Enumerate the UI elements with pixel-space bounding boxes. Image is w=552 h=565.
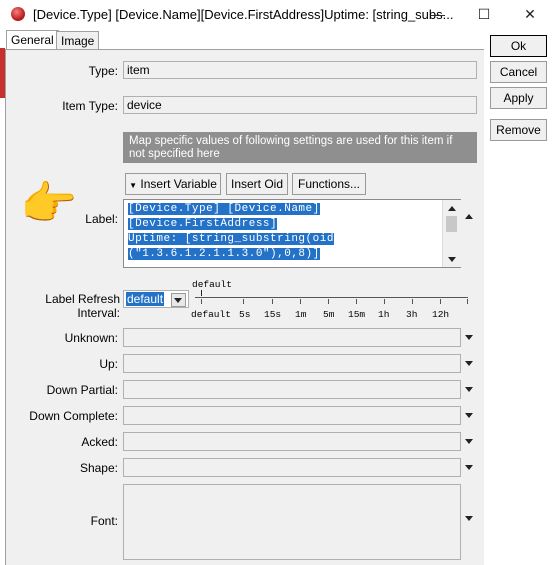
label-textarea[interactable]: [Device.Type] [Device.Name] [Device.Firs… (123, 199, 461, 268)
map-settings-note: Map specific values of following setting… (123, 132, 477, 163)
type-label: Type: (88, 64, 118, 78)
slider-current-label: default (192, 279, 232, 290)
label-scrollbar[interactable] (442, 200, 461, 267)
down-partial-dropdown-icon[interactable] (465, 387, 473, 392)
tick-label-15m: 15m (348, 309, 366, 320)
shape-label: Shape: (79, 461, 118, 475)
tick-label-12h: 12h (432, 309, 450, 320)
font-field[interactable] (123, 484, 461, 560)
label-line-3: Uptime: [string_substring(oid (128, 233, 334, 245)
item-type-field: device (123, 96, 477, 114)
functions-button[interactable]: Functions... (292, 173, 366, 195)
down-complete-label: Down Complete: (29, 409, 118, 423)
tick-label-15s: 15s (264, 309, 282, 320)
down-partial-label: Down Partial: (46, 383, 118, 397)
tick-label-1m: 1m (295, 309, 307, 320)
label-line-4: ("1.3.6.1.2.1.1.3.0"),0,8)] (128, 248, 320, 260)
apply-button[interactable]: Apply (490, 87, 547, 109)
down-partial-field[interactable] (123, 380, 461, 399)
scroll-thumb[interactable] (446, 216, 457, 232)
label-text-content: [Device.Type] [Device.Name] [Device.Firs… (128, 202, 443, 262)
minimize-button[interactable]: — (424, 3, 452, 25)
shape-dropdown-icon[interactable] (465, 465, 473, 470)
font-dropdown-icon[interactable] (465, 516, 473, 521)
unknown-label: Unknown: (64, 331, 118, 345)
acked-dropdown-icon[interactable] (465, 439, 473, 444)
ok-button[interactable]: Ok (490, 35, 547, 57)
unknown-dropdown-icon[interactable] (465, 335, 473, 340)
acked-label: Acked: (81, 435, 118, 449)
interval-slider-track[interactable] (195, 297, 468, 298)
label-field-label: Label: (85, 212, 118, 226)
tick-label-3h: 3h (406, 309, 418, 320)
unknown-field[interactable] (123, 328, 461, 347)
insert-variable-button[interactable]: ▼ Insert Variable (125, 173, 221, 195)
up-label: Up: (99, 357, 118, 371)
scroll-up-icon[interactable] (448, 206, 456, 211)
up-dropdown-icon[interactable] (465, 361, 473, 366)
cancel-button[interactable]: Cancel (490, 61, 547, 83)
tick-label-1h: 1h (378, 309, 390, 320)
maximize-button[interactable]: ☐ (470, 3, 498, 25)
shape-field[interactable] (123, 458, 461, 477)
insert-oid-button[interactable]: Insert Oid (226, 173, 288, 195)
down-complete-dropdown-icon[interactable] (465, 413, 473, 418)
window-title: [Device.Type] [Device.Name][Device.First… (33, 7, 454, 22)
tick-label-5m: 5m (323, 309, 335, 320)
close-button[interactable]: ✕ (516, 3, 544, 25)
tick-label-5s: 5s (239, 309, 251, 320)
tick-label-default: default (191, 309, 231, 320)
dropdown-arrow-icon: ▼ (129, 181, 138, 190)
insert-variable-label: Insert Variable (140, 177, 217, 191)
collapse-arrow-icon[interactable] (465, 214, 473, 219)
tab-image[interactable]: Image (56, 31, 100, 50)
label-line-1: [Device.Type] [Device.Name] (128, 203, 320, 215)
item-type-label: Item Type: (62, 99, 118, 113)
font-label: Font: (90, 514, 118, 528)
type-field: item (123, 61, 477, 79)
acked-field[interactable] (123, 432, 461, 451)
tab-general[interactable]: General (6, 30, 59, 50)
label-line-2: [Device.FirstAddress] (128, 218, 278, 230)
slider-thumb[interactable] (201, 290, 202, 296)
app-icon (11, 7, 25, 21)
down-complete-field[interactable] (123, 406, 461, 425)
slider-ticks (0, 299, 552, 307)
up-field[interactable] (123, 354, 461, 373)
remove-button[interactable]: Remove (490, 119, 547, 141)
scroll-down-icon[interactable] (448, 257, 456, 262)
